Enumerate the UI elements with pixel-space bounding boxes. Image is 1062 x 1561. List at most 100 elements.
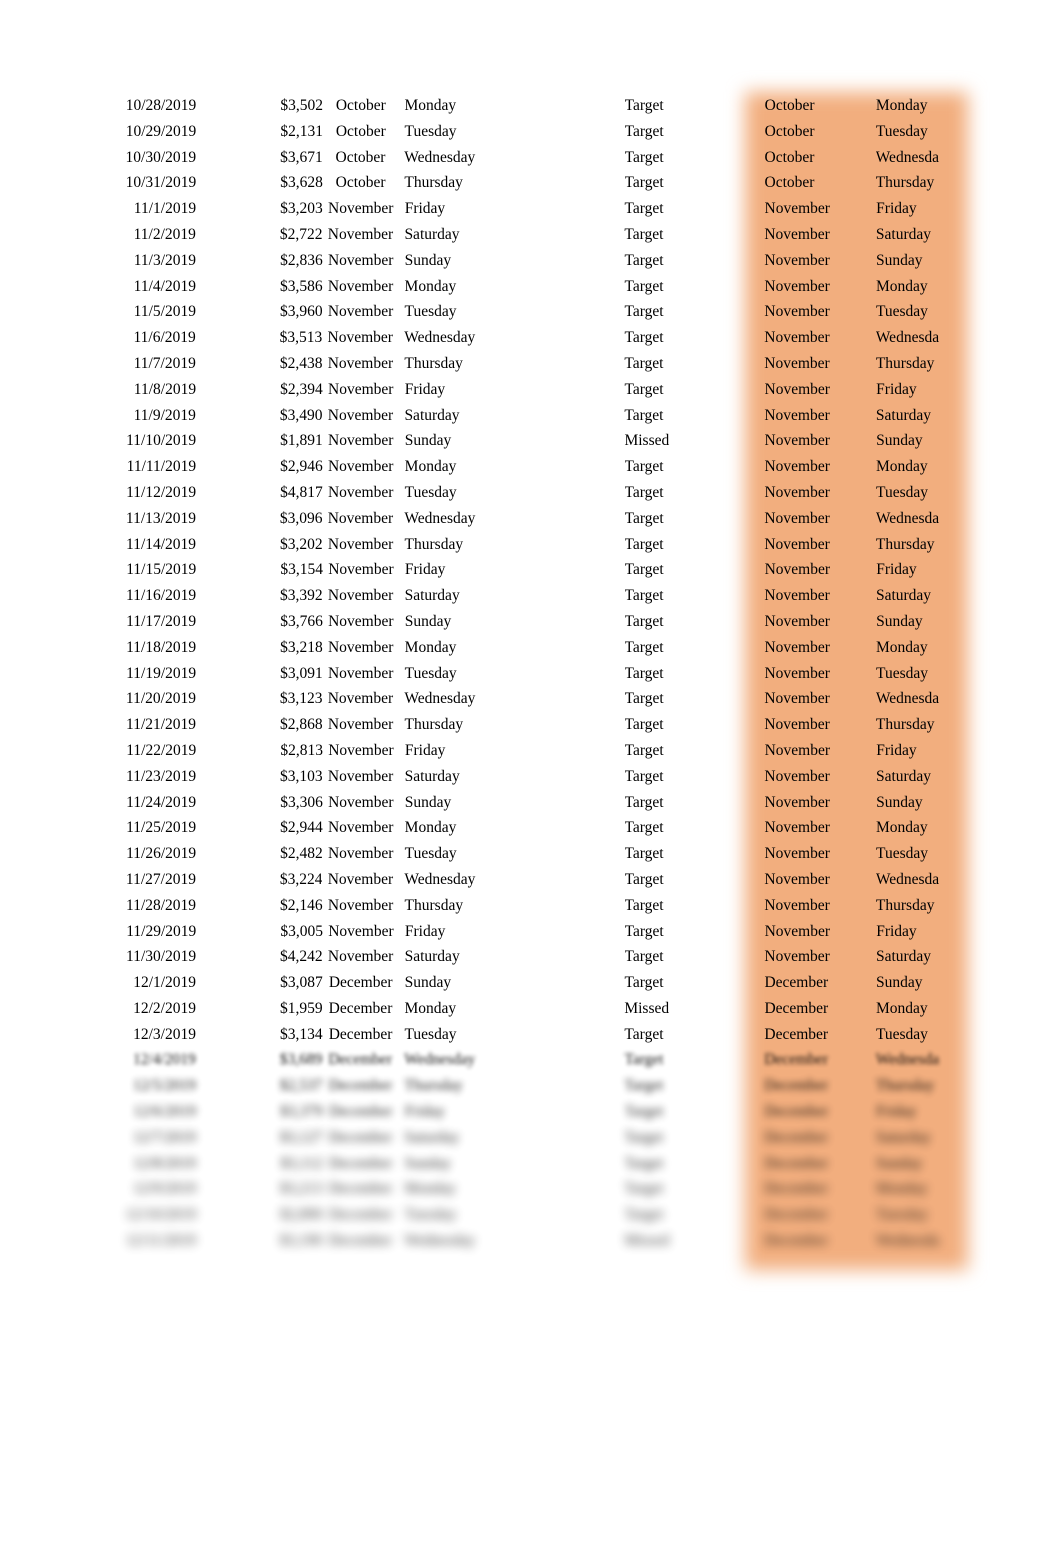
cell-month[interactable]: November [323,403,399,429]
cell-month-highlighted[interactable]: November [764,222,876,248]
cell-month[interactable]: November [323,274,399,300]
table-row[interactable]: 11/16/2019 $3,392 November Saturday Target No… [0,583,1062,609]
cell-month[interactable]: November [323,222,399,248]
cell-date[interactable]: 12/1/2019 [107,970,202,996]
cell-amount[interactable]: $3,502 [265,93,323,119]
cell-date[interactable]: 11/5/2019 [107,299,202,325]
cell-month[interactable]: November [323,196,399,222]
cell-status[interactable]: Target [624,274,735,300]
cell-month-highlighted[interactable]: November [765,738,877,764]
cell-status[interactable]: Target [625,557,736,583]
cell-month[interactable]: October [323,119,398,145]
cell-status[interactable]: Target [625,686,736,712]
cell-month[interactable]: November [323,661,399,687]
table-row[interactable]: 11/17/2019 $3,766 November Sunday Target Nove… [0,609,1062,635]
table-row[interactable]: 12/5/2019 $2,537 December Thursday Target Dec… [0,1073,1062,1099]
cell-month-highlighted[interactable]: December [764,1228,875,1254]
cell-weekday-highlighted[interactable]: Thursday [876,351,957,377]
cell-weekday[interactable]: Monday [398,996,512,1022]
cell-status[interactable]: Target [624,1022,735,1048]
table-row[interactable]: 11/11/2019 $2,946 November Monday Target Nove… [0,454,1062,480]
cell-month[interactable]: November [323,532,399,558]
cell-amount[interactable]: $3,392 [265,583,323,609]
cell-status[interactable]: Target [625,919,736,945]
cell-date[interactable]: 11/22/2019 [107,738,202,764]
cell-weekday-highlighted[interactable]: Friday [876,196,957,222]
cell-status[interactable]: Target [625,480,736,506]
cell-weekday[interactable]: Thursday [399,532,513,558]
cell-status[interactable]: Target [624,325,735,351]
cell-month[interactable]: December [323,1125,399,1151]
cell-status[interactable]: Target [625,790,736,816]
table-row[interactable]: 11/8/2019 $2,394 November Friday Target Novem… [0,377,1062,403]
cell-weekday-highlighted[interactable]: Thursday [876,170,957,196]
cell-month[interactable]: December [323,1176,399,1202]
cell-status[interactable]: Target [625,893,736,919]
cell-status[interactable]: Target [624,377,735,403]
cell-weekday[interactable]: Monday [399,815,513,841]
cell-weekday-highlighted[interactable]: Tuesday [876,1202,957,1228]
cell-weekday-highlighted[interactable]: Monday [876,93,957,119]
cell-amount[interactable]: $3,154 [265,557,323,583]
cell-month-highlighted[interactable]: November [765,609,877,635]
cell-month-highlighted[interactable]: December [764,996,876,1022]
cell-status[interactable]: Target [624,196,735,222]
cell-month[interactable]: November [323,428,399,454]
cell-month-highlighted[interactable]: December [764,1125,876,1151]
cell-date[interactable]: 11/26/2019 [107,841,202,867]
cell-weekday-highlighted[interactable]: Tuesday [876,119,957,145]
cell-weekday-highlighted[interactable]: Sunday [876,609,957,635]
cell-weekday-highlighted[interactable]: Wednesda [876,686,957,712]
cell-weekday-highlighted[interactable]: Sunday [876,970,957,996]
cell-weekday-highlighted[interactable]: Monday [876,635,957,661]
cell-status[interactable]: Target [625,661,736,687]
cell-weekday[interactable]: Sunday [399,609,513,635]
cell-date[interactable]: 11/16/2019 [107,583,202,609]
cell-weekday-highlighted[interactable]: Friday [876,1099,957,1125]
cell-date[interactable]: 11/7/2019 [107,351,202,377]
cell-weekday[interactable]: Saturday [398,403,512,429]
cell-amount[interactable]: $3,766 [265,609,323,635]
cell-weekday[interactable]: Wednesday [398,1228,513,1254]
cell-month[interactable]: October [323,93,398,119]
cell-amount[interactable]: $3,112 [265,1151,323,1177]
cell-weekday[interactable]: Tuesday [399,1202,513,1228]
table-row[interactable]: 11/14/2019 $3,202 November Thursday Target No… [0,532,1062,558]
cell-date[interactable]: 11/12/2019 [107,480,202,506]
cell-month[interactable]: November [323,248,399,274]
cell-month-highlighted[interactable]: November [764,686,876,712]
cell-status[interactable]: Target [625,145,736,171]
cell-month[interactable]: December [323,1022,399,1048]
cell-month[interactable]: December [323,996,399,1022]
cell-status[interactable]: Missed [624,996,735,1022]
cell-weekday-highlighted[interactable]: Sunday [876,1151,957,1177]
cell-weekday[interactable]: Thursday [398,1073,512,1099]
cell-status[interactable]: Target [625,841,736,867]
cell-amount[interactable]: $3,190 [265,1228,323,1254]
table-row[interactable]: 11/2/2019 $2,722 November Saturday Target Nov… [0,222,1062,248]
cell-date[interactable]: 12/3/2019 [107,1022,202,1048]
table-row[interactable]: 11/26/2019 $2,482 November Tuesday Target Nov… [0,841,1062,867]
cell-amount[interactable]: $2,438 [265,351,323,377]
cell-weekday-highlighted[interactable]: Sunday [876,428,957,454]
cell-date[interactable]: 11/20/2019 [107,686,202,712]
cell-amount[interactable]: $2,722 [265,222,323,248]
cell-weekday[interactable]: Friday [399,738,513,764]
cell-weekday-highlighted[interactable]: Wednesda [876,145,957,171]
cell-date[interactable]: 12/9/2019 [107,1176,202,1202]
table-row[interactable]: 11/13/2019 $3,096 November Wednesday Target N… [0,506,1062,532]
cell-month-highlighted[interactable]: November [764,944,876,970]
cell-month[interactable]: November [322,351,398,377]
cell-weekday[interactable]: Sunday [399,970,513,996]
cell-status[interactable]: Target [625,815,736,841]
cell-amount[interactable]: $3,306 [265,790,323,816]
cell-amount[interactable]: $3,127 [265,1125,323,1151]
cell-date[interactable]: 10/30/2019 [107,145,202,171]
table-row[interactable]: 10/28/2019 $3,502 October Monday Target Octob… [0,93,1062,119]
cell-date[interactable]: 11/15/2019 [107,557,202,583]
cell-weekday[interactable]: Sunday [399,428,513,454]
cell-weekday[interactable]: Tuesday [399,480,513,506]
cell-amount[interactable]: $3,005 [265,919,323,945]
table-row[interactable]: 11/12/2019 $4,817 November Tuesday Target Nov… [0,480,1062,506]
cell-month[interactable]: November [323,919,399,945]
